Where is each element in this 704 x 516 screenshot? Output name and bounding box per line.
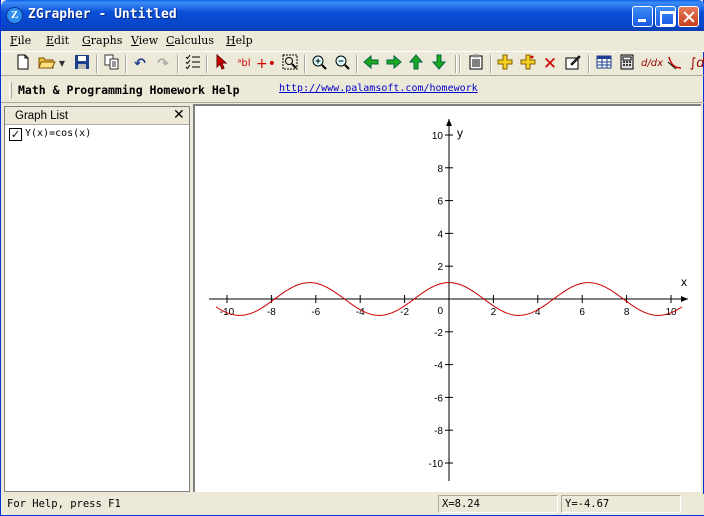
y-axis-label: y xyxy=(457,126,463,140)
duplicate-graph-icon[interactable] xyxy=(518,54,538,74)
menu-calculus[interactable]: Calculus xyxy=(166,34,214,47)
y-tick-label: 10 xyxy=(432,131,444,142)
menu-bar: File Edit Graphs View Calculus Help xyxy=(1,31,704,51)
status-y-coordinate: Y=-4.67 xyxy=(561,495,681,513)
properties-icon[interactable] xyxy=(466,54,486,74)
y-tick-label: 8 xyxy=(437,164,443,175)
y-tick-label: 6 xyxy=(437,197,443,208)
tangent-icon[interactable] xyxy=(665,54,685,74)
x-tick-label: 8 xyxy=(624,307,630,318)
close-button[interactable] xyxy=(678,6,699,27)
delete-graph-icon[interactable]: ✕ xyxy=(540,54,560,74)
zoom-box-icon[interactable] xyxy=(280,54,300,74)
dropdown-icon[interactable]: ▼ xyxy=(57,54,67,74)
x-tick-label: -2 xyxy=(400,307,409,318)
x-tick-label: -6 xyxy=(311,307,320,318)
menu-view[interactable]: View xyxy=(131,34,158,47)
calculator-icon[interactable] xyxy=(617,54,637,74)
linkbar-title: Math & Programming Homework Help xyxy=(18,83,240,97)
graph-list-close-icon[interactable]: ✕ xyxy=(173,107,185,123)
y-axis-arrow xyxy=(446,119,452,126)
graph-list-title: Graph List xyxy=(15,110,69,122)
text-label-icon[interactable]: ᵃbl xyxy=(234,54,254,74)
save-icon[interactable] xyxy=(72,54,92,74)
graph-label[interactable]: Y(x)=cos(x) xyxy=(25,128,91,139)
y-tick-label: -10 xyxy=(429,459,444,470)
y-tick-label: 2 xyxy=(437,262,443,273)
y-tick-label: -6 xyxy=(434,393,443,404)
zoom-out-icon[interactable] xyxy=(332,54,352,74)
pan-right-icon[interactable] xyxy=(384,54,404,74)
x-tick-label: 6 xyxy=(579,307,585,318)
undo-icon[interactable]: ↶ xyxy=(130,54,150,74)
x-axis-arrow xyxy=(681,296,688,302)
x-tick-label: -4 xyxy=(356,307,365,318)
point-icon[interactable]: +• xyxy=(256,54,276,74)
status-x-coordinate: X=8.24 xyxy=(438,495,558,513)
zoom-in-icon[interactable] xyxy=(309,54,329,74)
edit-graph-icon[interactable] xyxy=(563,54,583,74)
plot-area[interactable]: -10 -8 -6 -4 -2 2 4 6 8 10 10 8 6 4 2 -2 -4 -6 -8 -10 0 x y xyxy=(193,104,701,492)
add-graph-icon[interactable] xyxy=(495,54,515,74)
status-help-text: For Help, press F1 xyxy=(7,498,121,510)
app-icon[interactable]: Z xyxy=(6,7,23,24)
graph-list-panel: Graph List ✕ ✓ Y(x)=cos(x) xyxy=(4,106,190,492)
table-icon[interactable] xyxy=(594,54,614,74)
y-tick-label: -2 xyxy=(434,328,443,339)
x-tick-label: 2 xyxy=(491,307,497,318)
graph-visible-checkbox[interactable]: ✓ xyxy=(9,128,22,141)
new-icon[interactable] xyxy=(13,54,33,74)
graph-list-icon[interactable] xyxy=(183,54,203,74)
graph-canvas[interactable]: -10 -8 -6 -4 -2 2 4 6 8 10108642-2-4-6-8-100xy xyxy=(195,106,701,492)
select-arrow-icon[interactable] xyxy=(212,53,232,74)
open-icon[interactable] xyxy=(37,54,57,74)
homework-link[interactable]: http://www.palamsoft.com/homework xyxy=(279,83,478,94)
homework-link-bar: Math & Programming Homework Help http://… xyxy=(1,77,704,103)
graph-list-header: Graph List ✕ xyxy=(5,107,189,125)
redo-icon[interactable]: ↷ xyxy=(153,54,173,74)
toolbar-grip[interactable] xyxy=(9,82,12,98)
derivative-icon[interactable]: d/dx xyxy=(641,54,663,74)
menu-help[interactable]: Help xyxy=(226,34,253,47)
menu-edit[interactable]: Edit xyxy=(46,34,69,47)
pan-left-icon[interactable] xyxy=(361,54,381,74)
copy-icon[interactable] xyxy=(102,54,122,74)
title-bar[interactable]: Z ZGrapher - Untitled xyxy=(1,0,704,31)
pan-up-icon[interactable] xyxy=(406,54,426,74)
minimize-button[interactable] xyxy=(632,6,653,27)
toolbar: ▼ ↶ ↷ ᵃbl +• ✕ d/dx ∫d xyxy=(1,51,704,76)
origin-label: 0 xyxy=(437,306,443,317)
menu-file[interactable]: File xyxy=(10,34,31,47)
x-axis-label: x xyxy=(681,275,687,289)
integral-icon[interactable]: ∫d xyxy=(687,54,704,74)
y-tick-label: -8 xyxy=(434,426,443,437)
menu-graphs[interactable]: Graphs xyxy=(82,34,122,47)
pan-down-icon[interactable] xyxy=(429,54,449,74)
window-title: ZGrapher - Untitled xyxy=(28,7,177,22)
x-tick-label: -8 xyxy=(267,307,276,318)
y-tick-label: -4 xyxy=(434,361,443,372)
status-bar: For Help, press F1 X=8.24 Y=-4.67 xyxy=(1,494,704,515)
maximize-button[interactable] xyxy=(655,6,676,27)
application-window: Z ZGrapher - Untitled File Edit Graphs V… xyxy=(0,0,704,516)
y-tick-label: 4 xyxy=(437,229,443,240)
